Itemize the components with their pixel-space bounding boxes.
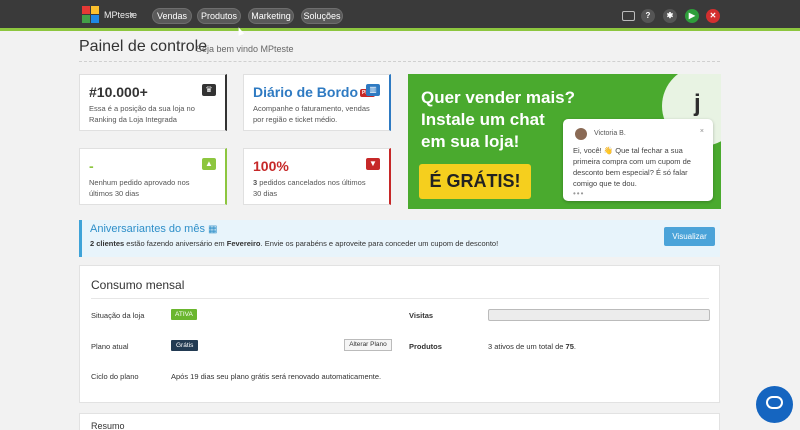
monitor-icon[interactable] xyxy=(622,11,635,21)
chart-icon: ▥ xyxy=(366,84,380,96)
store-logo-icon[interactable] xyxy=(82,6,100,24)
visitas-label: Visitas xyxy=(409,311,434,320)
cancelados-value: 100% xyxy=(253,158,289,174)
produtos-total: 75 xyxy=(565,342,574,351)
page-title: Painel de controle xyxy=(79,38,208,55)
alterar-plano-button[interactable]: Alterar Plano xyxy=(344,339,392,351)
ciclo-value: Após 19 dias seu plano grátis será renov… xyxy=(171,372,382,381)
divider xyxy=(91,298,709,299)
birthday-count: 2 clientes xyxy=(90,239,125,248)
top-bar: MPteste Vendas Produtos Marketing Soluçõ… xyxy=(0,0,800,31)
banner-cta[interactable]: É GRÁTIS! xyxy=(419,164,531,199)
chat-preview: Victoria B. × Ei, você! 👋 Que tal fechar… xyxy=(563,119,713,201)
thumbs-down-icon: ▼ xyxy=(366,158,380,170)
visualizar-button[interactable]: Visualizar xyxy=(664,227,715,246)
aprovados-card[interactable]: - Nenhum pedido aprovado nos últimos 30 … xyxy=(79,148,227,205)
birthday-alert: Aniversariantes do mês ▦ 2 clientes estã… xyxy=(79,220,720,257)
chat-promo-banner[interactable]: j Quer vender mais? Instale um chat em s… xyxy=(408,74,721,209)
divider xyxy=(79,61,720,62)
nav-vendas[interactable]: Vendas xyxy=(152,8,192,24)
page-subtitle: Seja bem vindo MPteste xyxy=(196,44,294,54)
help-icon[interactable]: ? xyxy=(641,9,655,23)
produtos-text: 3 ativos de um total de xyxy=(488,342,566,351)
birthday-month: Fevereiro xyxy=(226,239,261,248)
thumbs-up-icon: ▲ xyxy=(202,158,216,170)
birthday-title: Aniversariantes do mês xyxy=(90,223,205,235)
chat-agent-name: Victoria B. xyxy=(594,130,626,137)
nav-solucoes[interactable]: Soluções xyxy=(301,8,343,24)
typing-dots: ••• xyxy=(573,189,585,198)
aprovados-text: Nenhum pedido aprovado nos últimos 30 di… xyxy=(89,178,190,198)
plano-label: Plano atual xyxy=(91,342,129,351)
grid-icon: ▦ xyxy=(208,224,218,235)
chat-bubble-icon xyxy=(766,396,783,409)
chat-message: Ei, você! 👋 Que tal fechar a sua primeir… xyxy=(573,146,691,188)
chat-widget-button[interactable] xyxy=(756,386,793,423)
gear-icon[interactable]: ✱ xyxy=(663,9,677,23)
jivo-logo: j xyxy=(694,90,701,117)
produtos-label: Produtos xyxy=(409,342,442,351)
trophy-icon: ♛ xyxy=(202,84,216,96)
avatar xyxy=(575,128,587,140)
diario-heading: Diário de BordoPRO xyxy=(253,84,375,100)
nav-marketing[interactable]: Marketing xyxy=(248,8,294,24)
ranking-card[interactable]: #10.000+ Essa é a posição da sua loja no… xyxy=(79,74,227,131)
birthday-text-2: . Envie os parabéns e aproveite para con… xyxy=(260,239,499,248)
diario-text: Acompanhe o faturamento, vendas por regi… xyxy=(253,104,370,124)
cancelados-text: 3 pedidos cancelados nos últimos 30 dias xyxy=(253,177,375,199)
ranking-text: Essa é a posição da sua loja no Ranking … xyxy=(89,104,195,124)
produtos-suffix: . xyxy=(573,342,576,351)
cancelados-desc: pedidos cancelados nos últimos 30 dias xyxy=(253,178,366,198)
aprovados-value: - xyxy=(89,158,94,174)
birthday-text: 2 clientes estão fazendo aniversário em … xyxy=(90,239,498,248)
visitas-progress-bar xyxy=(488,309,710,321)
consumo-title: Consumo mensal xyxy=(91,278,185,292)
consumo-panel: Consumo mensal Situação da loja ATIVA Pl… xyxy=(79,265,720,403)
ranking-value: #10.000+ xyxy=(89,84,148,100)
birthday-text-1: estão fazendo aniversário em xyxy=(124,239,227,248)
chevron-down-icon[interactable] xyxy=(129,13,135,17)
play-icon[interactable]: ▶ xyxy=(685,9,699,23)
status-badge: ATIVA xyxy=(171,309,197,320)
resumo-panel: Resumo xyxy=(79,413,720,430)
nav-produtos[interactable]: Produtos xyxy=(197,8,241,24)
close-icon[interactable]: ✕ xyxy=(706,9,720,23)
diario-title: Diário de Bordo xyxy=(253,84,359,100)
banner-line-2: Instale um chat xyxy=(421,110,545,129)
ciclo-label: Ciclo do plano xyxy=(91,372,139,381)
close-icon: × xyxy=(699,128,704,135)
banner-line-1: Quer vender mais? xyxy=(421,88,576,107)
banner-line-3: em sua loja! xyxy=(421,132,520,151)
resumo-title: Resumo xyxy=(91,421,125,430)
plan-badge: Grátis xyxy=(171,340,199,351)
diario-card[interactable]: Diário de BordoPRO Acompanhe o faturamen… xyxy=(243,74,391,131)
birthday-heading: Aniversariantes do mês ▦ xyxy=(90,223,217,235)
cancelados-card[interactable]: 100% 3 pedidos cancelados nos últimos 30… xyxy=(243,148,391,205)
situacao-label: Situação da loja xyxy=(91,311,145,320)
produtos-value: 3 ativos de um total de 75. xyxy=(488,342,576,351)
